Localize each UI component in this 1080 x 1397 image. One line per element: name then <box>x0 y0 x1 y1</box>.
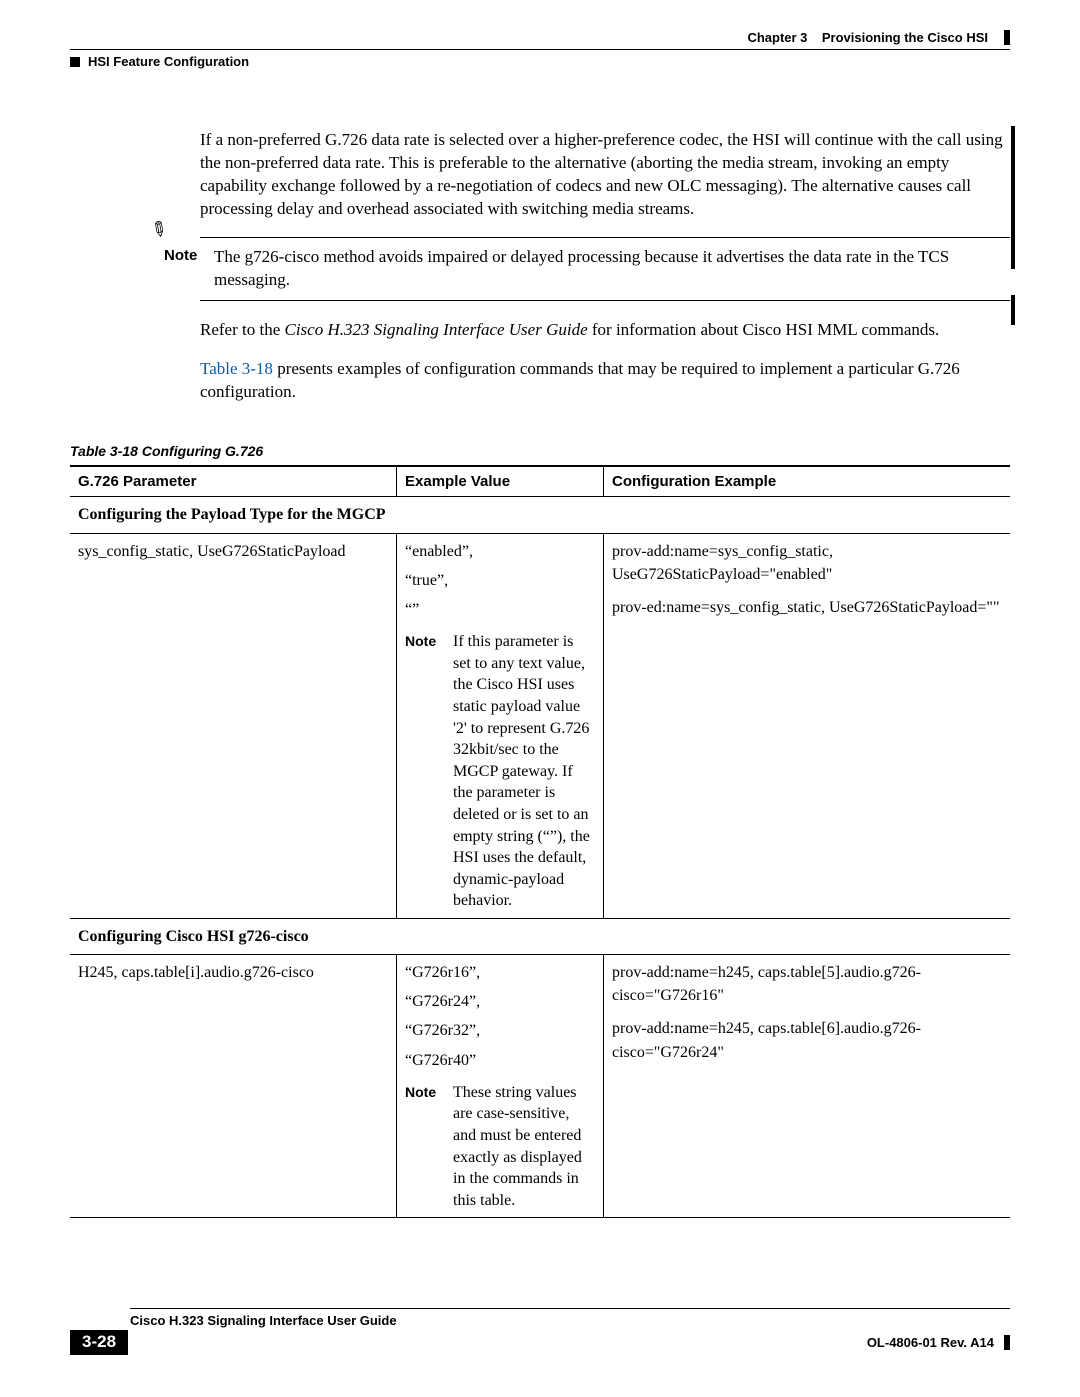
refer-italic: Cisco H.323 Signaling Interface User Gui… <box>285 320 588 339</box>
note-label: Note <box>164 246 214 292</box>
running-header: Chapter 3 Provisioning the Cisco HSI <box>70 30 1010 50</box>
tablelink-post: presents examples of configuration comma… <box>200 359 960 401</box>
footer-marker-icon <box>1004 1335 1010 1350</box>
config-example: prov-ed:name=sys_config_static, UseG726S… <box>612 596 1002 619</box>
note-text: The g726-cisco method avoids impaired or… <box>214 246 1010 292</box>
config-example: prov-add:name=sys_config_static, UseG726… <box>612 540 1002 586</box>
table-header-config: Configuration Example <box>604 466 1011 497</box>
footer: Cisco H.323 Signaling Interface User Gui… <box>70 1308 1010 1355</box>
header-marker-icon <box>1004 30 1010 45</box>
inner-note-label: Note <box>405 631 453 912</box>
example-value: “enabled”, <box>405 540 595 563</box>
cell-param: H245, caps.table[i].audio.g726-cisco <box>70 955 397 1218</box>
note-block: ✎ Note The g726-cisco method avoids impa… <box>150 237 1010 301</box>
example-value: “true”, <box>405 569 595 592</box>
pencil-icon: ✎ <box>150 216 167 241</box>
section-title: HSI Feature Configuration <box>88 54 249 69</box>
example-value: “G726r16”, <box>405 961 595 984</box>
change-bar <box>1011 295 1015 325</box>
inner-note-label: Note <box>405 1082 453 1212</box>
change-bar <box>1011 126 1015 269</box>
example-value: “G726r24”, <box>405 990 595 1013</box>
refer-pre: Refer to the <box>200 320 285 339</box>
table-header-example: Example Value <box>397 466 604 497</box>
cell-config: prov-add:name=h245, caps.table[5].audio.… <box>604 955 1011 1218</box>
footer-book-title: Cisco H.323 Signaling Interface User Gui… <box>130 1313 1010 1328</box>
config-example: prov-add:name=h245, caps.table[6].audio.… <box>612 1017 1002 1063</box>
table-section-1: Configuring the Payload Type for the MGC… <box>70 497 1010 533</box>
section-header: HSI Feature Configuration <box>70 50 1010 69</box>
cell-example: “enabled”, “true”, “” Note If this param… <box>397 533 604 918</box>
square-bullet-icon <box>70 57 80 67</box>
example-value: “” <box>405 598 595 621</box>
example-value: “G726r40” <box>405 1049 595 1072</box>
cell-config: prov-add:name=sys_config_static, UseG726… <box>604 533 1011 918</box>
table-section-2: Configuring Cisco HSI g726-cisco <box>70 918 1010 954</box>
example-value: “G726r32”, <box>405 1019 595 1042</box>
intro-paragraph: If a non-preferred G.726 data rate is se… <box>200 129 1010 221</box>
inner-note-text: If this parameter is set to any text val… <box>453 631 595 912</box>
chapter-label: Chapter 3 <box>747 30 807 45</box>
table-link[interactable]: Table 3-18 <box>200 359 273 378</box>
table-caption: Table 3-18 Configuring G.726 <box>70 443 1010 459</box>
page-number: 3-28 <box>70 1330 128 1355</box>
refer-post: for information about Cisco HSI MML comm… <box>588 320 940 339</box>
table-row: sys_config_static, UseG726StaticPayload … <box>70 533 1010 918</box>
refer-paragraph: Refer to the Cisco H.323 Signaling Inter… <box>200 319 1010 342</box>
footer-revision: OL-4806-01 Rev. A14 <box>867 1335 994 1350</box>
tablelink-paragraph: Table 3-18 presents examples of configur… <box>200 358 1010 404</box>
config-table: G.726 Parameter Example Value Configurat… <box>70 465 1010 1218</box>
inner-note-text: These string values are case-sensitive, … <box>453 1082 595 1212</box>
chapter-title: Provisioning the Cisco HSI <box>822 30 988 45</box>
config-example: prov-add:name=h245, caps.table[5].audio.… <box>612 961 1002 1007</box>
table-header-param: G.726 Parameter <box>70 466 397 497</box>
cell-param: sys_config_static, UseG726StaticPayload <box>70 533 397 918</box>
cell-example: “G726r16”, “G726r24”, “G726r32”, “G726r4… <box>397 955 604 1218</box>
table-row: H245, caps.table[i].audio.g726-cisco “G7… <box>70 955 1010 1218</box>
